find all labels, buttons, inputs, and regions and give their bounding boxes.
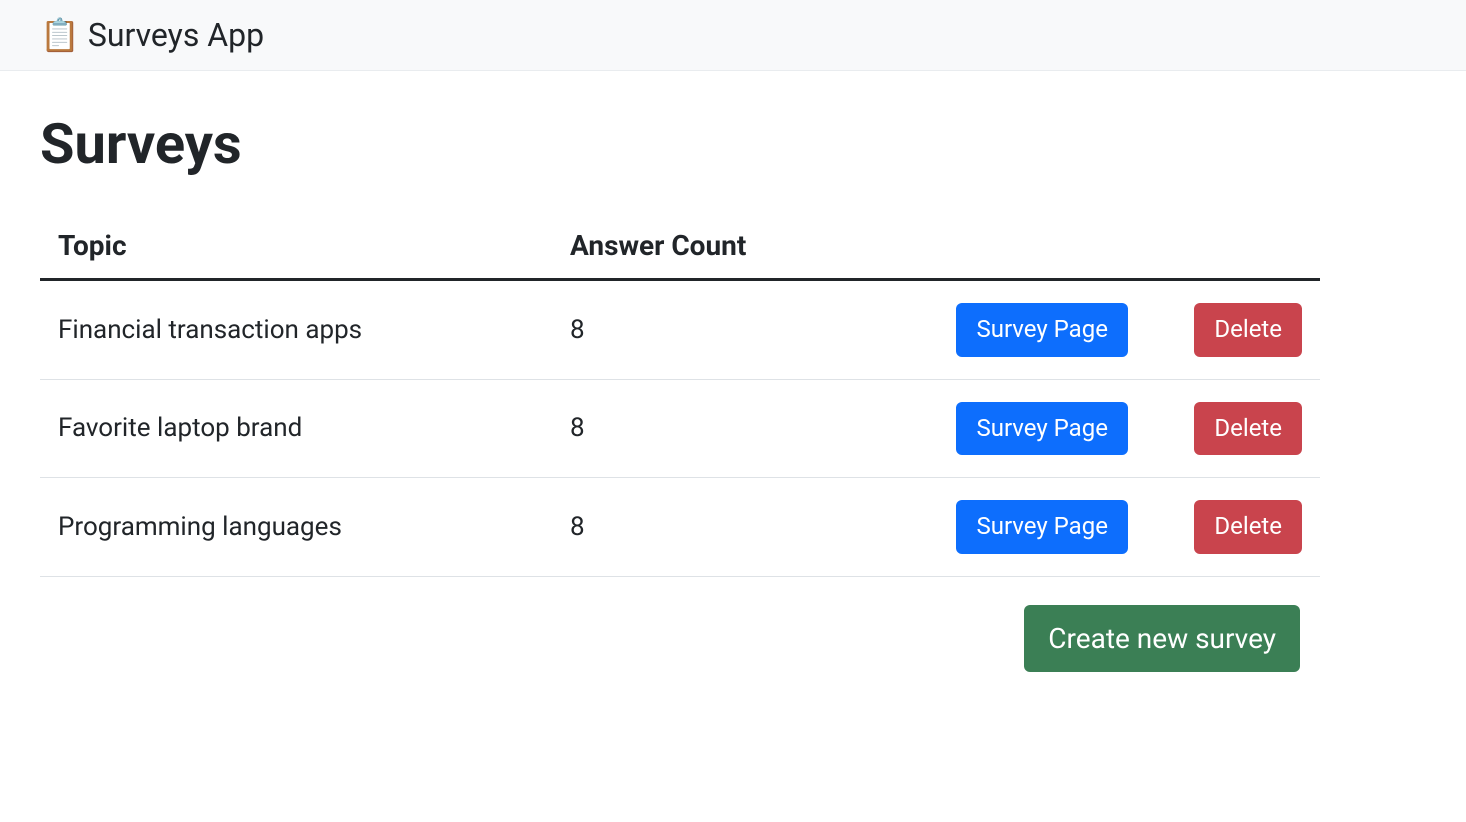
cell-answer-count: 8 [552,379,910,478]
cell-topic: Favorite laptop brand [40,379,552,478]
delete-button[interactable]: Delete [1194,500,1302,554]
create-new-survey-button[interactable]: Create new survey [1024,605,1300,672]
table-header-answer-count: Answer Count [552,213,910,280]
survey-page-button[interactable]: Survey Page [956,402,1127,456]
survey-page-button[interactable]: Survey Page [956,500,1127,554]
cell-actions: Survey Page Delete [910,280,1320,380]
cell-topic: Programming languages [40,478,552,577]
clipboard-icon: 📋 [40,16,80,54]
navbar-brand-link[interactable]: 📋 Surveys App [40,16,264,54]
page-title: Surveys [40,111,1320,177]
create-row: Create new survey [40,605,1320,672]
navbar-brand-text: Surveys App [88,16,264,54]
main-container: Surveys Topic Answer Count Financial tra… [0,71,1360,712]
table-header-actions [910,213,1320,280]
delete-button[interactable]: Delete [1194,402,1302,456]
cell-actions: Survey Page Delete [910,379,1320,478]
cell-answer-count: 8 [552,478,910,577]
survey-page-button[interactable]: Survey Page [956,303,1127,357]
table-row: Favorite laptop brand 8 Survey Page Dele… [40,379,1320,478]
table-row: Financial transaction apps 8 Survey Page… [40,280,1320,380]
cell-topic: Financial transaction apps [40,280,552,380]
navbar: 📋 Surveys App [0,0,1466,71]
delete-button[interactable]: Delete [1194,303,1302,357]
surveys-table: Topic Answer Count Financial transaction… [40,213,1320,577]
cell-answer-count: 8 [552,280,910,380]
cell-actions: Survey Page Delete [910,478,1320,577]
table-row: Programming languages 8 Survey Page Dele… [40,478,1320,577]
table-header-topic: Topic [40,213,552,280]
